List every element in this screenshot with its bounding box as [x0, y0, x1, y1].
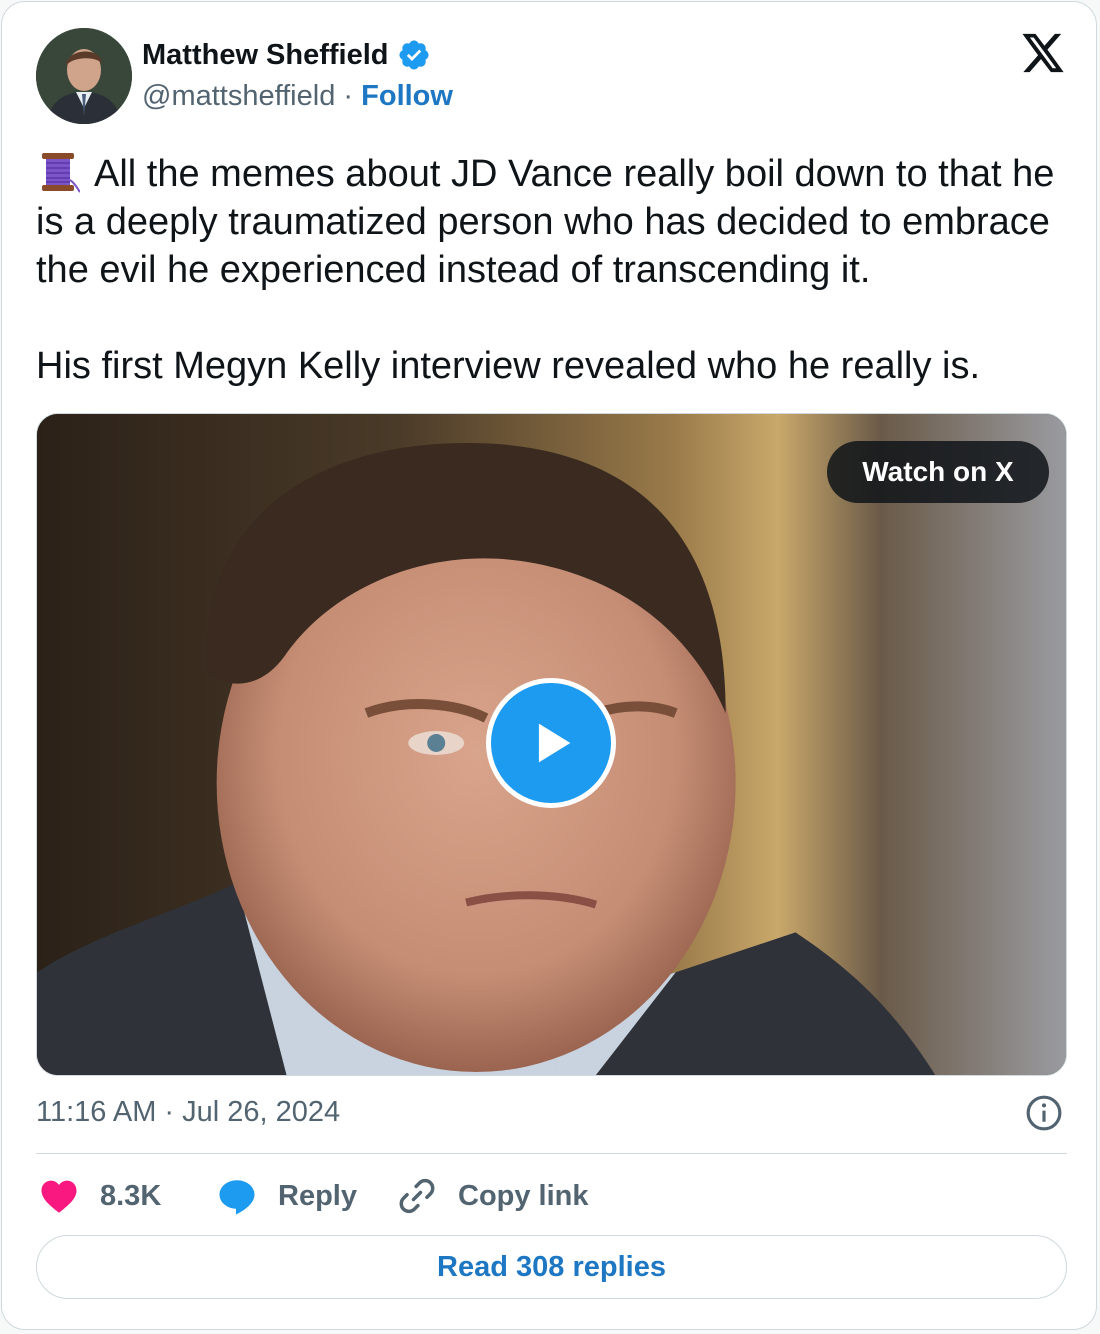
author-handle[interactable]: @mattsheffield: [142, 80, 335, 112]
tweet-paragraph: All the memes about JD Vance really boil…: [36, 150, 1076, 294]
link-icon: [399, 1178, 435, 1214]
play-button[interactable]: [486, 678, 616, 808]
like-count: 8.3K: [100, 1179, 162, 1212]
separator: ·: [343, 80, 354, 112]
play-icon: [538, 723, 571, 763]
watch-on-x-button[interactable]: Watch on X: [827, 441, 1049, 503]
author-name-row[interactable]: Matthew Sheffield: [142, 38, 431, 72]
info-icon[interactable]: [1025, 1094, 1063, 1132]
avatar[interactable]: [36, 28, 132, 124]
author-name[interactable]: Matthew Sheffield: [142, 39, 389, 72]
heart-icon: [41, 1180, 77, 1213]
verified-badge-icon: [398, 40, 429, 70]
tweet-card: Matthew Sheffield @mattsheffield · Follo…: [1, 1, 1097, 1330]
spool-of-thread-icon: [42, 153, 80, 193]
tweet-paragraph-2: His first Megyn Kelly interview revealed…: [36, 345, 981, 387]
copy-link-button[interactable]: Copy link: [396, 1174, 589, 1218]
tweet-paragraph-1: All the memes about JD Vance really boil…: [36, 153, 1055, 291]
follow-button[interactable]: Follow: [361, 80, 453, 112]
divider: [36, 1153, 1067, 1154]
reply-bubble-icon: [219, 1180, 255, 1215]
tweet-paragraph: His first Megyn Kelly interview revealed…: [36, 342, 1076, 390]
reply-button[interactable]: Reply: [216, 1174, 357, 1218]
like-button[interactable]: 8.3K: [38, 1174, 161, 1218]
author-handle-row: @mattsheffield · Follow: [142, 80, 453, 113]
video-player[interactable]: Watch on X: [36, 413, 1067, 1076]
copy-link-label: Copy link: [458, 1179, 589, 1212]
x-logo-icon[interactable]: [1020, 32, 1066, 74]
reply-label: Reply: [278, 1179, 357, 1212]
tweet-timestamp[interactable]: 11:16 AM · Jul 26, 2024: [36, 1096, 340, 1129]
tweet-text: All the memes about JD Vance really boil…: [36, 150, 1076, 390]
read-replies-button[interactable]: Read 308 replies: [36, 1235, 1067, 1299]
